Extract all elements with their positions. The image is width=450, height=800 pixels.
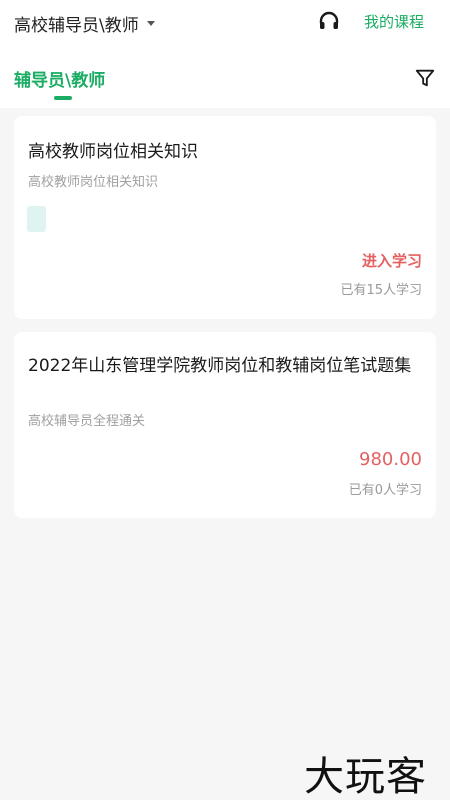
- course-title: 高校教师岗位相关知识: [28, 142, 198, 162]
- tab-indicator: [54, 96, 72, 100]
- learner-count: 已有15人学习: [340, 283, 422, 298]
- course-subtitle: 高校教师岗位相关知识: [28, 175, 159, 190]
- app-header: 高校辅导员\教师 我的课程 辅导员\教师: [0, 0, 450, 108]
- tab-counselor-teacher[interactable]: 辅导员\教师: [14, 66, 105, 91]
- learner-count: 已有0人学习: [348, 483, 422, 498]
- course-tag: [27, 206, 46, 232]
- enter-study-button[interactable]: 进入学习: [362, 250, 422, 271]
- my-courses-link[interactable]: 我的课程: [364, 11, 424, 32]
- course-price: 980.00: [359, 449, 422, 470]
- category-selector[interactable]: 高校辅导员\教师: [14, 10, 155, 36]
- headset-icon[interactable]: [317, 10, 341, 34]
- filter-icon[interactable]: [414, 67, 436, 89]
- category-label: 高校辅导员\教师: [14, 15, 139, 36]
- chevron-down-icon: [146, 20, 155, 26]
- course-card[interactable]: 2022年山东管理学院教师岗位和教辅岗位笔试题集 高校辅导员全程通关 980.0…: [14, 332, 436, 518]
- course-title: 2022年山东管理学院教师岗位和教辅岗位笔试题集: [28, 356, 412, 376]
- course-card[interactable]: 高校教师岗位相关知识 高校教师岗位相关知识 进入学习 已有15人学习: [14, 116, 436, 319]
- watermark-logo: 大玩客: [304, 754, 427, 800]
- course-subtitle: 高校辅导员全程通关: [28, 414, 146, 429]
